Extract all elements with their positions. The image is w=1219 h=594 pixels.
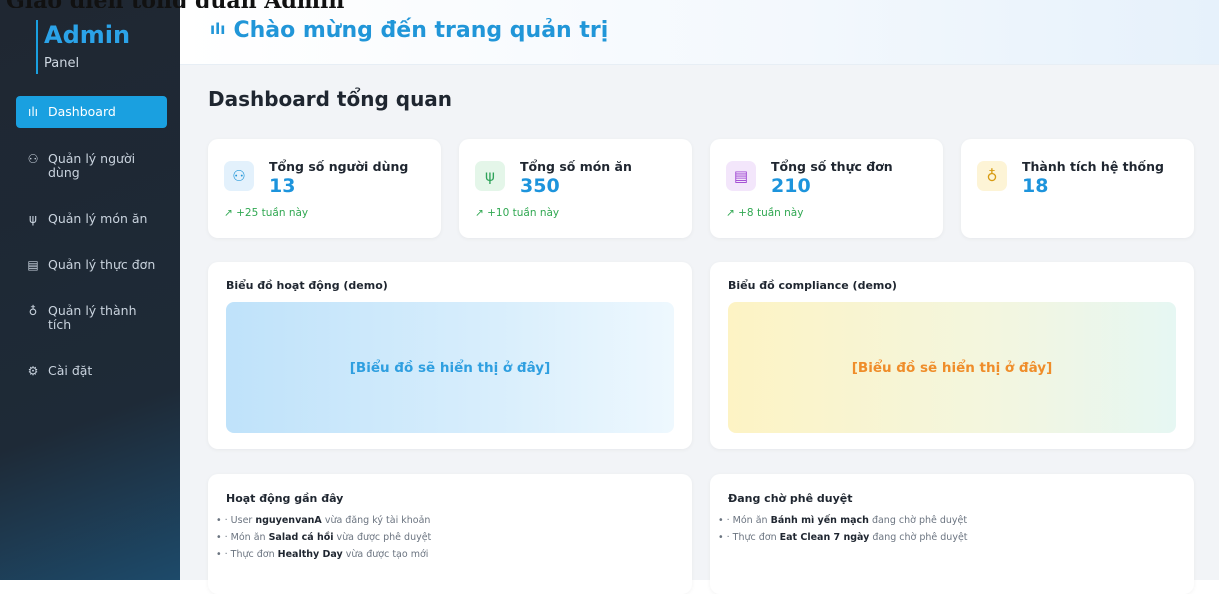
sidebar-item-label: Dashboard xyxy=(48,104,116,119)
stat-card-dishes: ψ Tổng số món ăn 350 ↗ +10 tuần này xyxy=(459,139,692,238)
stat-card-achievements: ♁ Thành tích hệ thống 18 xyxy=(961,139,1194,238)
list-item: • · Thực đơn Healthy Day vừa được tạo mớ… xyxy=(216,549,429,560)
header-title-wrap: ılı Chào mừng đến trang quản trị xyxy=(210,18,608,43)
main-content: Dashboard tổng quan ⚇ Tổng số người dùng… xyxy=(180,65,1219,594)
stat-card-users: ⚇ Tổng số người dùng 13 ↗ +25 tuần này xyxy=(208,139,441,238)
stat-label: Tổng số thực đơn xyxy=(771,159,893,174)
chart-placeholder-text: [Biểu đồ sẽ hiển thị ở đây] xyxy=(851,359,1053,376)
gear-icon: ⚙ xyxy=(27,364,39,378)
list-item: • · Món ăn Bánh mì yến mạch đang chờ phê… xyxy=(718,515,968,526)
activity-chart-card: Biểu đồ hoạt động (demo) [Biểu đồ sẽ hiể… xyxy=(208,262,692,449)
sidebar-item-label: Quản lý món ăn xyxy=(48,211,148,226)
bar-chart-icon: ılı xyxy=(210,20,226,38)
award-icon: ♁ xyxy=(28,304,38,318)
users-icon: ⚇ xyxy=(224,161,254,191)
sidebar-item-dashboard[interactable]: ılı Dashboard xyxy=(16,96,167,128)
brand-title: Admin xyxy=(44,21,131,49)
sidebar-item-label: Quản lý người dùng xyxy=(48,151,136,180)
chart-placeholder-text: [Biểu đồ sẽ hiển thị ở đây] xyxy=(349,359,551,376)
clipped-page-title-fragment: Giao diện tổng quan Admin xyxy=(0,0,526,8)
stat-value: 18 xyxy=(1022,175,1049,197)
list-item: • · Món ăn Salad cá hồi vừa được phê duy… xyxy=(216,532,432,543)
stat-label: Thành tích hệ thống xyxy=(1022,159,1164,174)
pending-approval-card: Đang chờ phê duyệt • · Món ăn Bánh mì yế… xyxy=(710,474,1194,594)
users-icon: ⚇ xyxy=(27,152,39,166)
sidebar: Admin Panel ılı Dashboard ⚇ Quản lý ngườ… xyxy=(0,0,180,580)
sidebar-item-label: Quản lý thực đơn xyxy=(48,257,156,272)
clipboard-icon: ▤ xyxy=(27,258,39,272)
pending-approval-list: • · Món ăn Bánh mì yến mạch đang chờ phê… xyxy=(718,512,968,546)
compliance-chart-card: Biểu đồ compliance (demo) [Biểu đồ sẽ hi… xyxy=(710,262,1194,449)
stat-value: 13 xyxy=(269,175,296,197)
sidebar-item-dishes[interactable]: ψ Quản lý món ăn xyxy=(16,204,167,234)
recent-activity-card: Hoạt động gần đây • · User nguyenvanA vừ… xyxy=(208,474,692,594)
list-title: Đang chờ phê duyệt xyxy=(728,492,853,505)
stat-label: Tổng số món ăn xyxy=(520,159,632,174)
sidebar-item-label: Quản lý thành tích xyxy=(48,303,137,332)
stat-value: 350 xyxy=(520,175,560,197)
award-icon: ♁ xyxy=(977,161,1007,191)
stat-delta: ↗ +10 tuần này xyxy=(475,207,560,219)
clipboard-icon: ▤ xyxy=(726,161,756,191)
brand-subtitle: Panel xyxy=(44,56,80,71)
chart-placeholder: [Biểu đồ sẽ hiển thị ở đây] xyxy=(728,302,1176,433)
utensils-icon: ψ xyxy=(475,161,505,191)
bar-chart-icon: ılı xyxy=(27,105,38,119)
stat-card-menus: ▤ Tổng số thực đơn 210 ↗ +8 tuần này xyxy=(710,139,943,238)
stat-delta: ↗ +25 tuần này xyxy=(224,207,309,219)
chart-title: Biểu đồ compliance (demo) xyxy=(728,279,897,292)
list-item: • · User nguyenvanA vừa đăng ký tài khoả… xyxy=(216,515,431,526)
sidebar-item-menus[interactable]: ▤ Quản lý thực đơn xyxy=(16,250,167,280)
chart-title: Biểu đồ hoạt động (demo) xyxy=(226,279,388,292)
recent-activity-list: • · User nguyenvanA vừa đăng ký tài khoả… xyxy=(216,512,431,563)
header-title: Chào mừng đến trang quản trị xyxy=(233,18,609,43)
chart-placeholder: [Biểu đồ sẽ hiển thị ở đây] xyxy=(226,302,674,433)
sidebar-item-users[interactable]: ⚇ Quản lý người dùng xyxy=(16,144,167,188)
list-title: Hoạt động gần đây xyxy=(226,492,344,505)
top-header: ılı Chào mừng đến trang quản trị xyxy=(180,0,1219,65)
page-title: Dashboard tổng quan xyxy=(208,87,453,111)
stat-delta: ↗ +8 tuần này xyxy=(726,207,804,219)
list-item: • · Thực đơn Eat Clean 7 ngày đang chờ p… xyxy=(718,532,968,543)
brand-logo: Admin Panel xyxy=(36,20,130,74)
sidebar-item-achievements[interactable]: ♁ Quản lý thành tích xyxy=(16,296,167,340)
sidebar-nav: ılı Dashboard ⚇ Quản lý người dùng ψ Quả… xyxy=(16,96,167,402)
utensils-icon: ψ xyxy=(29,212,37,226)
sidebar-item-settings[interactable]: ⚙ Cài đặt xyxy=(16,356,167,386)
sidebar-item-label: Cài đặt xyxy=(48,363,93,378)
stat-value: 210 xyxy=(771,175,811,197)
stat-label: Tổng số người dùng xyxy=(269,159,409,174)
